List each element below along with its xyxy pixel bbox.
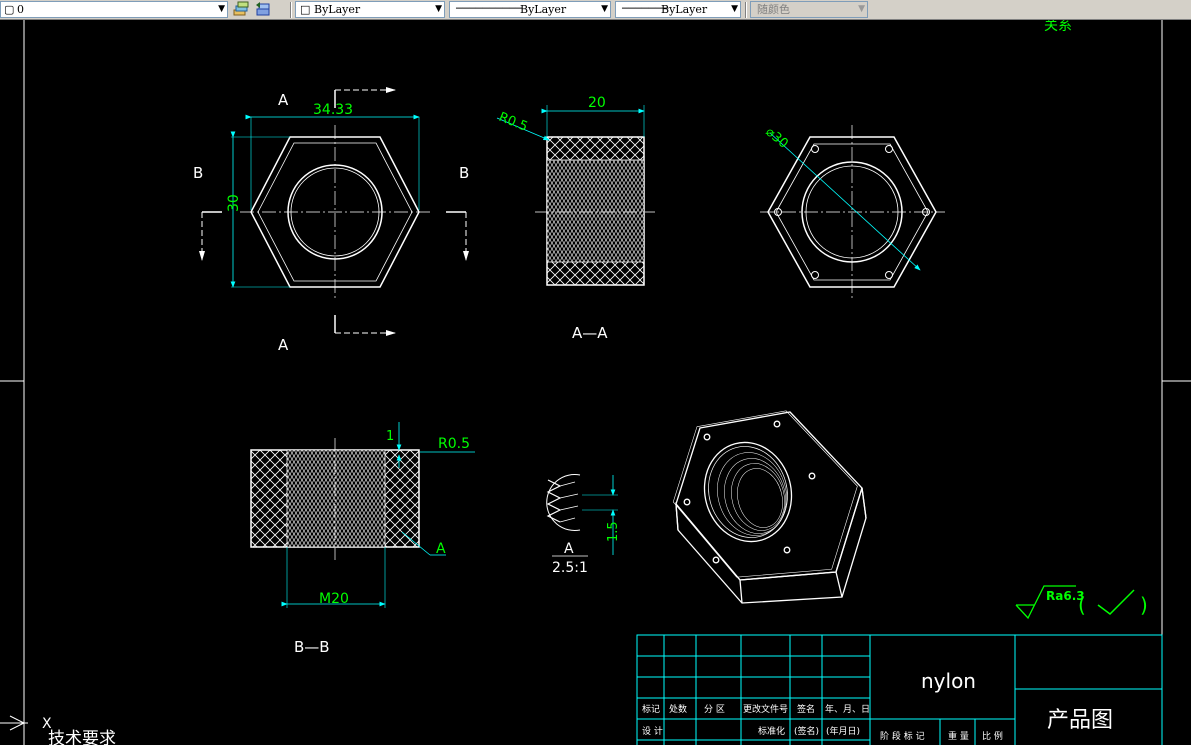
- roughness-paren-close: ): [1140, 593, 1148, 617]
- dimension-text: 20: [588, 95, 606, 111]
- detail-scale: 2.5:1: [552, 560, 588, 576]
- section-label: B: [193, 164, 203, 182]
- plotstyle-dropdown-value: 随颜色: [757, 3, 790, 16]
- title-block-cell: 年、月、日: [825, 703, 870, 715]
- detail-view-a: [546, 474, 618, 557]
- toolbar-separator: [745, 2, 747, 18]
- title-block-cell: 阶 段 标 记: [880, 730, 925, 742]
- view-caption: B—B: [294, 638, 330, 656]
- view-hex-rear: [760, 125, 945, 298]
- chevron-down-icon: ▼: [858, 4, 865, 14]
- chevron-down-icon: ▼: [731, 4, 738, 14]
- corner-label: 关系: [1044, 20, 1072, 34]
- title-block-cell: 分 区: [704, 704, 725, 715]
- isometric-nut: [672, 410, 867, 604]
- title-block-cell: 比 例: [982, 730, 1003, 742]
- title-block-cell: 签名: [797, 703, 815, 715]
- title-block-cell: (签名): [794, 725, 819, 737]
- dimension-text: 34.33: [313, 102, 353, 118]
- layer-dropdown[interactable]: ▢ 0 ▼: [0, 1, 228, 18]
- drawing-title: 产品图: [1047, 708, 1113, 733]
- layer-dropdown-value: 0: [17, 3, 24, 16]
- title-block-cell: (年月日): [826, 725, 860, 737]
- layer-previous-icon[interactable]: [254, 1, 272, 18]
- title-block-cell: 处数: [669, 703, 687, 715]
- title-block-cell: 标记: [642, 703, 660, 715]
- properties-toolbar: ▢ 0 ▼ □ ByLayer ▼ ────────── ByLayer ▼ ─…: [0, 0, 1191, 20]
- dimension-text: 1: [386, 429, 394, 444]
- dimension-text: 30: [226, 194, 242, 212]
- color-dropdown[interactable]: □ ByLayer ▼: [295, 1, 445, 18]
- sheet-border: [0, 20, 1191, 745]
- section-label: B: [459, 164, 469, 182]
- lineweight-dropdown[interactable]: ─────── ByLayer ▼: [615, 1, 741, 18]
- drawing-canvas[interactable]: 关系 A A B B 34.33 30 20 R0.5 A—A ⌀30 1 R0…: [0, 20, 1191, 745]
- linetype-dropdown-value: ByLayer: [520, 3, 567, 16]
- linetype-dropdown[interactable]: ────────── ByLayer ▼: [449, 1, 611, 18]
- title-block-cell: 重 量: [948, 730, 969, 742]
- title-block-cell: 设 计: [642, 725, 663, 737]
- detail-marker: A: [436, 541, 446, 557]
- section-label: A: [278, 91, 289, 109]
- view-caption: A—A: [572, 324, 608, 342]
- roughness-paren-open: (: [1078, 593, 1086, 617]
- dimension-text: R0.5: [497, 110, 530, 135]
- technical-requirements-title: 技术要求: [48, 729, 116, 745]
- chevron-down-icon: ▼: [601, 4, 608, 14]
- color-swatch-icon: □: [300, 3, 311, 16]
- layer-states-icon[interactable]: [232, 1, 250, 18]
- title-block-cell: 更改文件号: [743, 703, 788, 715]
- lineweight-dropdown-value: ByLayer: [661, 3, 708, 16]
- plotstyle-dropdown[interactable]: 随颜色 ▼: [750, 1, 868, 18]
- toolbar-separator: [290, 2, 292, 18]
- section-label: A: [278, 336, 289, 354]
- detail-label: A: [564, 541, 574, 557]
- color-dropdown-value: ByLayer: [314, 3, 361, 16]
- dimension-text: R0.5: [438, 436, 470, 452]
- chevron-down-icon: ▼: [218, 4, 225, 14]
- title-block-cell: 标准化: [758, 725, 785, 737]
- linetype-preview-icon: ──────────: [456, 2, 523, 15]
- dimension-text: M20: [319, 591, 349, 607]
- chevron-down-icon: ▼: [435, 4, 442, 14]
- material-text: nylon: [921, 669, 976, 693]
- layer-dropdown-icon: ▢: [4, 3, 15, 16]
- dimension-text: 1.5: [606, 521, 621, 542]
